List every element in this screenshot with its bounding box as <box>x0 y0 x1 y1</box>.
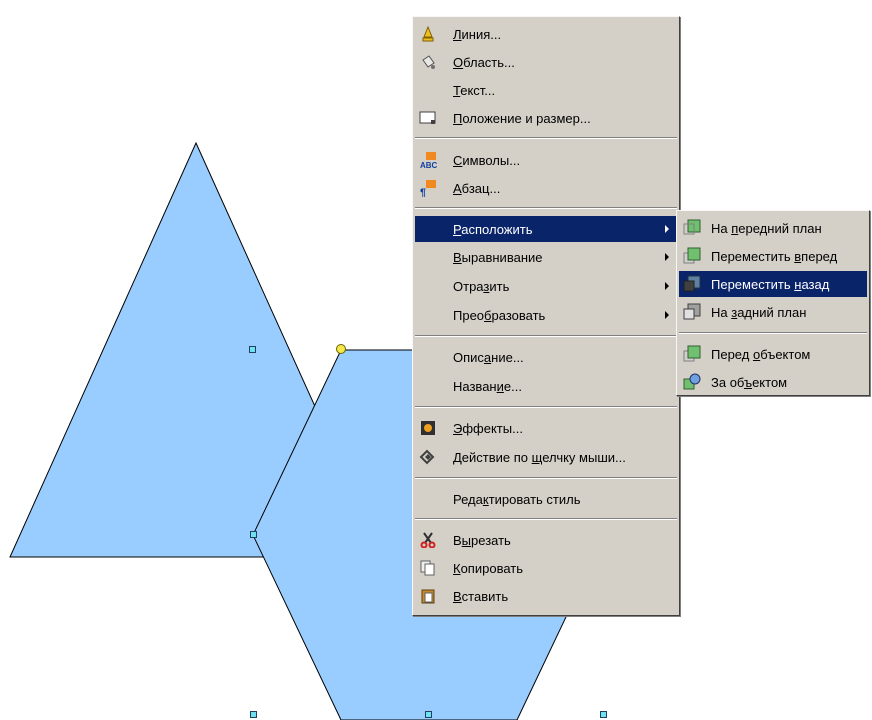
line-icon <box>419 25 437 43</box>
rotation-handle[interactable] <box>336 344 346 354</box>
submenu-arrow-icon <box>665 311 669 319</box>
menu-item-interaction[interactable]: Действие по щелчку мыши... <box>415 444 677 470</box>
position-size-icon <box>419 109 437 127</box>
menu-item-paste[interactable]: Вставить <box>415 583 677 609</box>
menu-item-line[interactable]: Линия... <box>415 21 677 47</box>
scissors-icon <box>419 531 437 549</box>
menu-item-edit-style[interactable]: Редактировать стиль <box>415 486 677 512</box>
send-backward-icon <box>683 275 701 293</box>
menu-separator <box>415 406 677 408</box>
menu-item-name[interactable]: Название... <box>415 373 677 399</box>
selection-handle[interactable] <box>250 711 257 718</box>
submenu-arrow-icon <box>665 225 669 233</box>
selection-handle[interactable] <box>249 346 256 353</box>
menu-item-description[interactable]: Описание... <box>415 344 677 370</box>
menu-item-paragraph[interactable]: ¶ Абзац... <box>415 175 677 201</box>
menu-separator <box>415 518 677 520</box>
selection-handle[interactable] <box>250 531 257 538</box>
in-front-of-object-icon <box>683 345 701 363</box>
menu-item-copy[interactable]: Копировать <box>415 555 677 581</box>
effects-icon <box>419 419 437 437</box>
menu-item-effects[interactable]: Эффекты... <box>415 415 677 441</box>
menu-item-area[interactable]: Область... <box>415 49 677 75</box>
submenu-item-in-front-of-object[interactable]: Перед объектом <box>679 341 867 367</box>
bring-to-front-icon <box>683 219 701 237</box>
paragraph-icon: ¶ <box>419 179 437 197</box>
menu-item-flip[interactable]: Отразить <box>415 273 677 299</box>
arrange-submenu: На передний план Переместить вперед Пере… <box>676 210 870 396</box>
characters-icon: ABC <box>419 151 437 169</box>
menu-separator <box>679 332 867 334</box>
submenu-item-behind-object[interactable]: За объектом <box>679 369 867 395</box>
bring-forward-icon <box>683 247 701 265</box>
selection-handle[interactable] <box>425 711 432 718</box>
copy-icon <box>419 559 437 577</box>
behind-object-icon <box>683 373 701 391</box>
area-icon <box>419 53 437 71</box>
submenu-item-send-to-back[interactable]: На задний план <box>679 299 867 325</box>
menu-item-alignment[interactable]: Выравнивание <box>415 244 677 270</box>
svg-text:ABC: ABC <box>420 161 437 169</box>
submenu-item-send-backward[interactable]: Переместить назад <box>679 271 867 297</box>
menu-separator <box>415 207 677 209</box>
submenu-arrow-icon <box>665 282 669 290</box>
paste-icon <box>419 587 437 605</box>
submenu-item-bring-to-front[interactable]: На передний план <box>679 215 867 241</box>
svg-text:¶: ¶ <box>420 187 426 197</box>
interaction-icon <box>419 448 437 466</box>
selection-handle[interactable] <box>600 711 607 718</box>
menu-item-characters[interactable]: ABC Символы... <box>415 147 677 173</box>
context-menu: Линия... Область... Текст... Положение и… <box>412 16 680 616</box>
menu-separator <box>415 477 677 479</box>
menu-item-text[interactable]: Текст... <box>415 77 677 103</box>
menu-item-arrange[interactable]: Расположить <box>415 216 677 242</box>
menu-item-position-size[interactable]: Положение и размер... <box>415 105 677 131</box>
menu-separator <box>415 137 677 139</box>
send-to-back-icon <box>683 303 701 321</box>
menu-item-cut[interactable]: Вырезать <box>415 527 677 553</box>
menu-item-convert[interactable]: Преобразовать <box>415 302 677 328</box>
menu-separator <box>415 335 677 337</box>
submenu-item-bring-forward[interactable]: Переместить вперед <box>679 243 867 269</box>
submenu-arrow-icon <box>665 253 669 261</box>
